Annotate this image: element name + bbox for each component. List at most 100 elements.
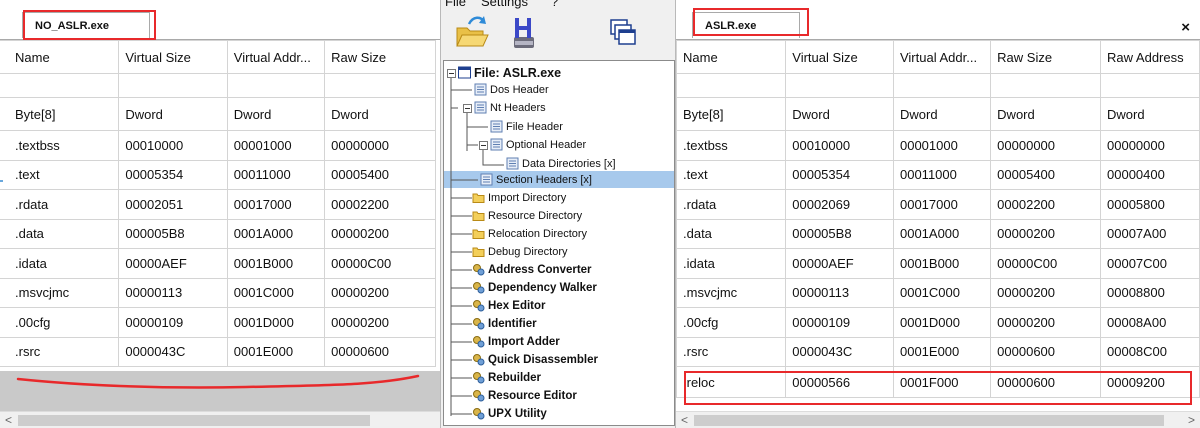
table-cell[interactable]: 00000600 — [324, 336, 436, 367]
scroll-left-arrow[interactable]: < — [676, 412, 693, 428]
table-cell[interactable]: .data — [0, 218, 120, 249]
table-cell[interactable]: 00007C00 — [1100, 248, 1200, 279]
table-cell[interactable]: 00000200 — [324, 277, 436, 308]
table-cell[interactable]: 00011000 — [892, 159, 992, 190]
table-cell[interactable]: .msvcjmc — [0, 277, 120, 308]
table-row[interactable]: .idata 00000AEF 0001B000 00000C00 00007C00 — [676, 248, 1200, 279]
column-header[interactable]: Raw Address — [1100, 40, 1200, 74]
table-cell[interactable]: .text — [0, 159, 120, 190]
table-row[interactable]: .text 00005354 00011000 00005400 — [0, 159, 436, 190]
table-cell[interactable]: 00002200 — [990, 189, 1102, 220]
table-row-reloc[interactable]: .reloc 00000566 0001F000 00000600 00009200 — [676, 366, 1200, 398]
table-cell[interactable]: 00010000 — [118, 130, 228, 161]
table-row[interactable]: .rsrc 0000043C 0001E000 00000600 00008C00 — [676, 336, 1200, 367]
menu-help[interactable]: ? — [551, 0, 558, 9]
table-cell[interactable]: 00000200 — [990, 218, 1102, 249]
table-cell[interactable]: 00000200 — [990, 307, 1102, 338]
table-cell[interactable]: 00000200 — [324, 307, 436, 338]
pe-structure-tree[interactable]: File: ASLR.exe Dos Header Nt Headers Fil… — [443, 60, 675, 426]
table-cell[interactable]: 0001D000 — [892, 307, 992, 338]
table-cell[interactable]: 00002200 — [324, 189, 436, 220]
table-cell[interactable]: 000005B8 — [785, 218, 894, 249]
table-cell[interactable]: .00cfg — [0, 307, 120, 338]
table-cell[interactable]: 00000000 — [990, 130, 1102, 161]
scrollbar-thumb[interactable] — [18, 415, 370, 426]
column-header[interactable]: Raw Size — [324, 40, 436, 74]
table-cell[interactable]: .textbss — [676, 130, 787, 161]
table-row[interactable]: .rdata 00002069 00017000 00002200 00005800 — [676, 189, 1200, 220]
table-row[interactable]: .data 000005B8 0001A000 00000200 — [0, 218, 436, 249]
table-cell[interactable]: 00000600 — [990, 366, 1102, 398]
table-cell[interactable]: .idata — [0, 248, 120, 279]
open-folder-icon[interactable] — [451, 12, 491, 54]
table-cell[interactable]: 00011000 — [226, 159, 326, 190]
table-cell[interactable]: .rsrc — [676, 336, 787, 367]
table-cell[interactable]: 0001E000 — [892, 336, 992, 367]
table-cell[interactable]: 00005400 — [324, 159, 436, 190]
table-row[interactable]: .msvcjmc 00000113 0001C000 00000200 00008800 — [676, 277, 1200, 308]
table-cell[interactable]: 0001E000 — [226, 336, 326, 367]
tab-aslr[interactable]: ASLR.exe — [692, 12, 800, 38]
table-cell[interactable]: 00002051 — [118, 189, 228, 220]
table-cell[interactable]: 00009200 — [1100, 366, 1200, 398]
table-cell[interactable]: 0001C000 — [892, 277, 992, 308]
table-cell[interactable]: 0000043C — [118, 336, 228, 367]
tree-collapse-toggle[interactable] — [447, 69, 456, 78]
table-cell[interactable]: 00000400 — [1100, 159, 1200, 190]
column-header[interactable]: Name — [676, 40, 787, 74]
table-cell[interactable]: 00000200 — [990, 277, 1102, 308]
table-cell[interactable]: 0001B000 — [892, 248, 992, 279]
table-cell[interactable]: 00000600 — [990, 336, 1102, 367]
table-row[interactable]: .rsrc 0000043C 0001E000 00000600 — [0, 336, 436, 367]
table-row[interactable]: .data 000005B8 0001A000 00000200 00007A00 — [676, 218, 1200, 249]
table-cell[interactable]: .reloc — [676, 366, 787, 398]
scrollbar-thumb[interactable] — [694, 415, 1164, 426]
menu-file[interactable]: File — [445, 0, 466, 9]
table-cell[interactable]: .textbss — [0, 130, 120, 161]
column-header[interactable]: Virtual Size — [785, 40, 894, 74]
table-cell[interactable]: 00008C00 — [1100, 336, 1200, 367]
table-cell[interactable]: 000005B8 — [118, 218, 228, 249]
table-row[interactable]: .00cfg 00000109 0001D000 00000200 00008A00 — [676, 307, 1200, 338]
table-cell[interactable]: 00000109 — [785, 307, 894, 338]
column-header[interactable]: Virtual Addr... — [892, 40, 992, 74]
table-cell[interactable]: 0001B000 — [226, 248, 326, 279]
table-cell[interactable]: .00cfg — [676, 307, 787, 338]
table-cell[interactable]: 00008A00 — [1100, 307, 1200, 338]
table-cell[interactable]: 00005354 — [785, 159, 894, 190]
table-cell[interactable]: 00000C00 — [990, 248, 1102, 279]
close-icon[interactable]: × — [1181, 19, 1190, 36]
table-cell[interactable]: 00005400 — [990, 159, 1102, 190]
table-cell[interactable]: .rsrc — [0, 336, 120, 367]
table-cell[interactable]: 00005354 — [118, 159, 228, 190]
table-cell[interactable]: 00000000 — [1100, 130, 1200, 161]
table-cell[interactable]: .idata — [676, 248, 787, 279]
table-cell[interactable]: .msvcjmc — [676, 277, 787, 308]
tab-no-aslr[interactable]: NO_ASLR.exe — [22, 12, 150, 38]
table-cell[interactable]: 0001F000 — [892, 366, 992, 398]
table-cell[interactable]: 00000113 — [118, 277, 228, 308]
table-row[interactable]: .00cfg 00000109 0001D000 00000200 — [0, 307, 436, 338]
tree-collapse-toggle[interactable] — [463, 104, 472, 113]
table-cell[interactable]: 00000109 — [118, 307, 228, 338]
table-cell[interactable]: 0000043C — [785, 336, 894, 367]
scroll-left-arrow[interactable]: < — [0, 412, 17, 428]
scroll-right-arrow[interactable]: > — [1183, 412, 1200, 428]
table-cell[interactable]: 0001D000 — [226, 307, 326, 338]
table-row[interactable]: .textbss 00010000 00001000 00000000 — [0, 130, 436, 161]
table-cell[interactable]: 00017000 — [226, 189, 326, 220]
table-cell[interactable]: 00001000 — [226, 130, 326, 161]
menu-settings[interactable]: Settings — [481, 0, 528, 9]
table-row[interactable]: .rdata 00002051 00017000 00002200 — [0, 189, 436, 220]
table-cell[interactable]: 0001A000 — [892, 218, 992, 249]
hex-disk-icon[interactable] — [503, 12, 543, 54]
column-header[interactable]: Raw Size — [990, 40, 1102, 74]
table-cell[interactable]: 00008800 — [1100, 277, 1200, 308]
table-cell[interactable]: 00000113 — [785, 277, 894, 308]
table-cell[interactable]: 00000C00 — [324, 248, 436, 279]
table-cell[interactable]: 00000AEF — [785, 248, 894, 279]
table-cell[interactable]: 00000566 — [785, 366, 894, 398]
table-cell[interactable]: 0001C000 — [226, 277, 326, 308]
table-cell[interactable]: 00005800 — [1100, 189, 1200, 220]
left-horizontal-scrollbar[interactable]: < — [0, 411, 440, 428]
